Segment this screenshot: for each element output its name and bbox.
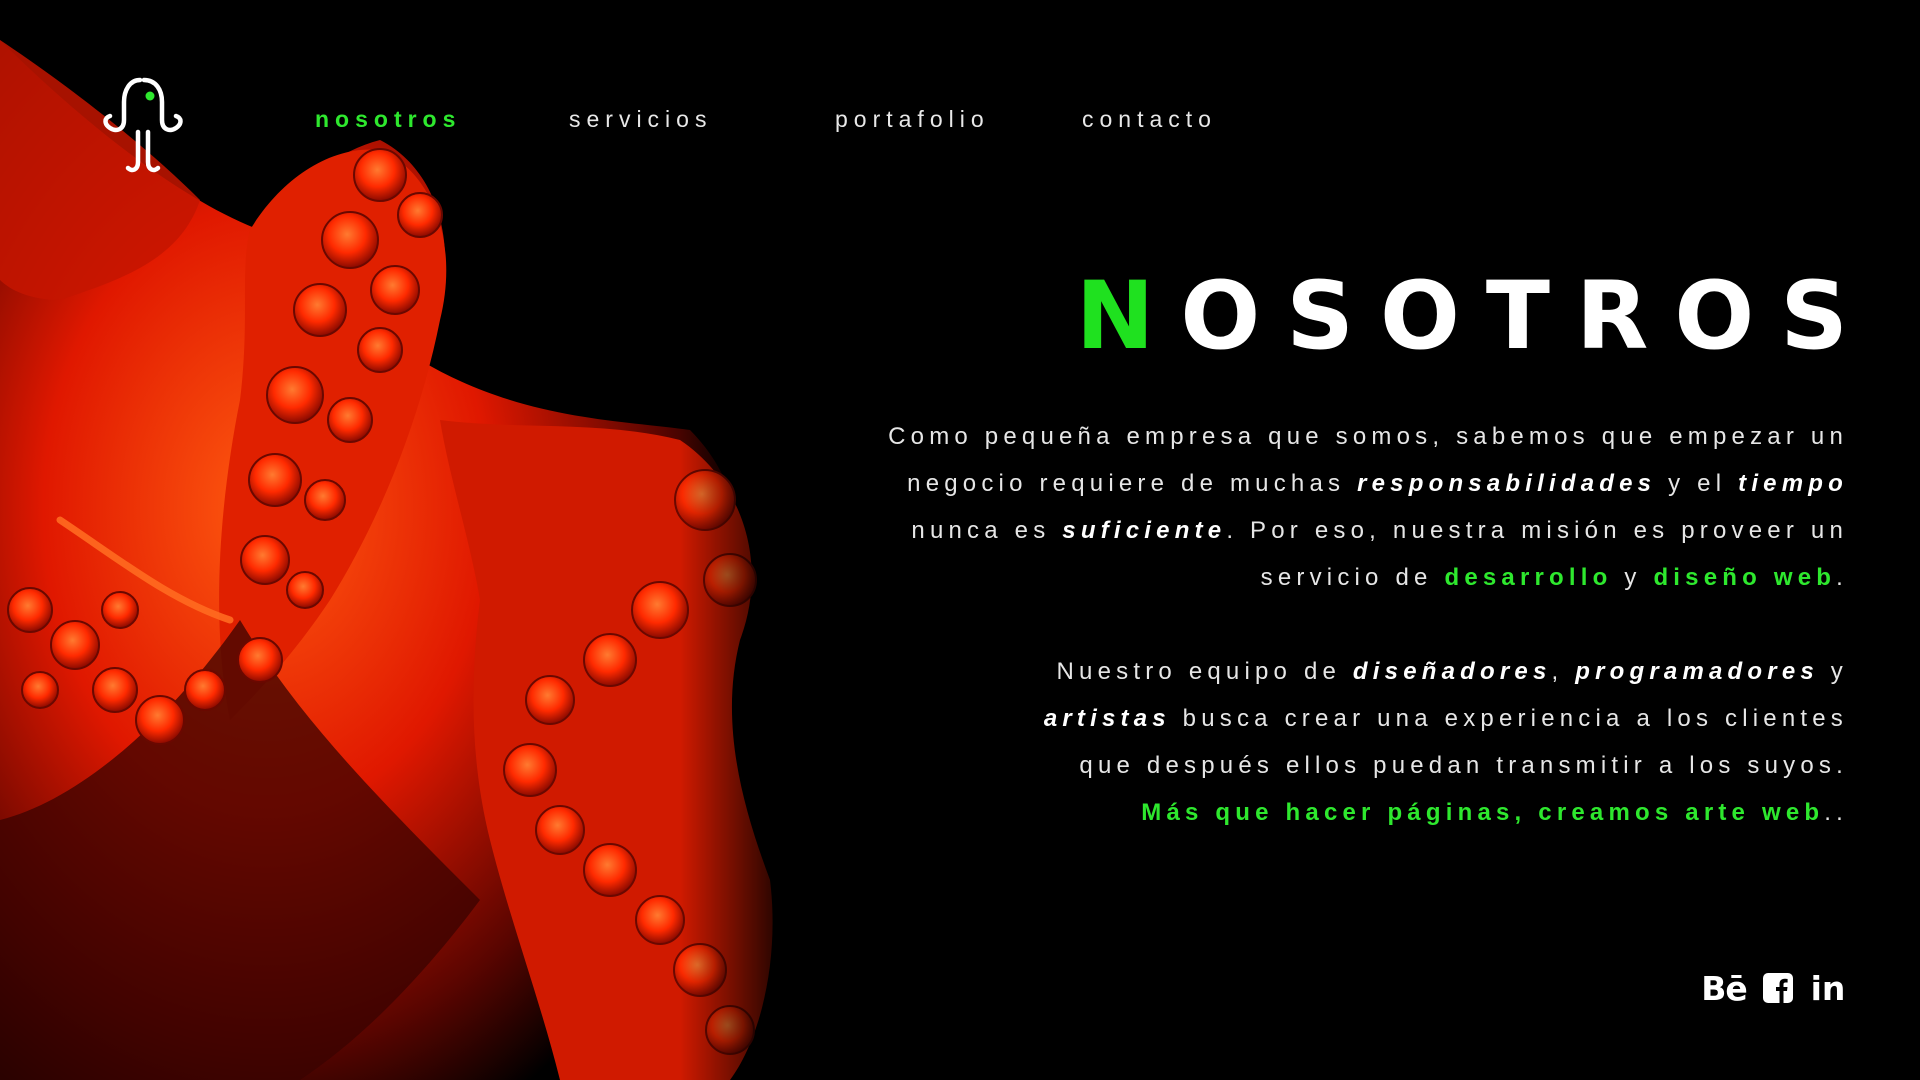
text: busca crear una experiencia a los client… — [1170, 705, 1848, 732]
paragraph-line: que después ellos puedan transmitir a lo… — [1079, 752, 1848, 779]
paragraph-line: artistas busca crear una experiencia a l… — [1044, 695, 1848, 742]
paragraph-line: servicio de desarrollo y diseño web. — [888, 554, 1848, 601]
page-title-rest: OSOTROS — [1180, 262, 1874, 371]
paragraph-line: negocio requiere de muchas responsabilid… — [888, 460, 1848, 507]
nav-item-contacto[interactable]: contacto — [1082, 106, 1217, 133]
behance-icon[interactable]: Bē — [1700, 968, 1748, 1008]
about-paragraph-1: Como pequeña empresa que somos, sabemos … — [888, 413, 1848, 601]
highlight-text: diseño web — [1653, 564, 1837, 591]
page-title-first-letter: N — [1075, 262, 1181, 371]
text: servicio de — [1260, 564, 1445, 591]
paragraph-line: Más que hacer páginas, creamos arte web.… — [1044, 789, 1848, 836]
highlight-text: desarrollo — [1444, 564, 1613, 591]
octopus-logo-icon[interactable] — [92, 72, 192, 180]
emphasis-text: programadores — [1575, 658, 1819, 685]
text: , — [1551, 658, 1576, 685]
linkedin-icon[interactable]: in — [1808, 968, 1848, 1008]
about-paragraph-2: Nuestro equipo de diseñadores, programad… — [1044, 648, 1848, 836]
text: y — [1818, 658, 1848, 685]
emphasis-text: responsabilidades — [1357, 470, 1657, 497]
text: y el — [1656, 470, 1739, 497]
emphasis-text: artistas — [1043, 705, 1171, 732]
nav-item-servicios[interactable]: servicios — [569, 106, 712, 133]
nav-item-nosotros[interactable]: nosotros — [315, 106, 461, 133]
text: nunca es — [911, 517, 1063, 544]
text: . Por eso, nuestra misión es proveer un — [1226, 517, 1848, 544]
tagline-text: Más que hacer páginas, creamos arte web — [1141, 799, 1825, 826]
page-title: NOSOTROS — [1076, 270, 1848, 364]
text: negocio requiere de muchas — [907, 470, 1358, 497]
paragraph-line: nunca es suficiente. Por eso, nuestra mi… — [888, 507, 1848, 554]
text: y — [1612, 564, 1654, 591]
text: .. — [1824, 799, 1848, 826]
text: Nuestro equipo de — [1056, 658, 1353, 685]
facebook-glyph — [1763, 973, 1793, 1003]
emphasis-text: tiempo — [1738, 470, 1848, 497]
nav-item-portafolio[interactable]: portafolio — [835, 106, 990, 133]
paragraph-line: Nuestro equipo de diseñadores, programad… — [1044, 648, 1848, 695]
text: . — [1836, 564, 1848, 591]
emphasis-text: diseñadores — [1352, 658, 1552, 685]
emphasis-text: suficiente — [1062, 517, 1227, 544]
facebook-icon[interactable] — [1762, 968, 1794, 1008]
paragraph-line: Como pequeña empresa que somos, sabemos … — [888, 423, 1848, 450]
